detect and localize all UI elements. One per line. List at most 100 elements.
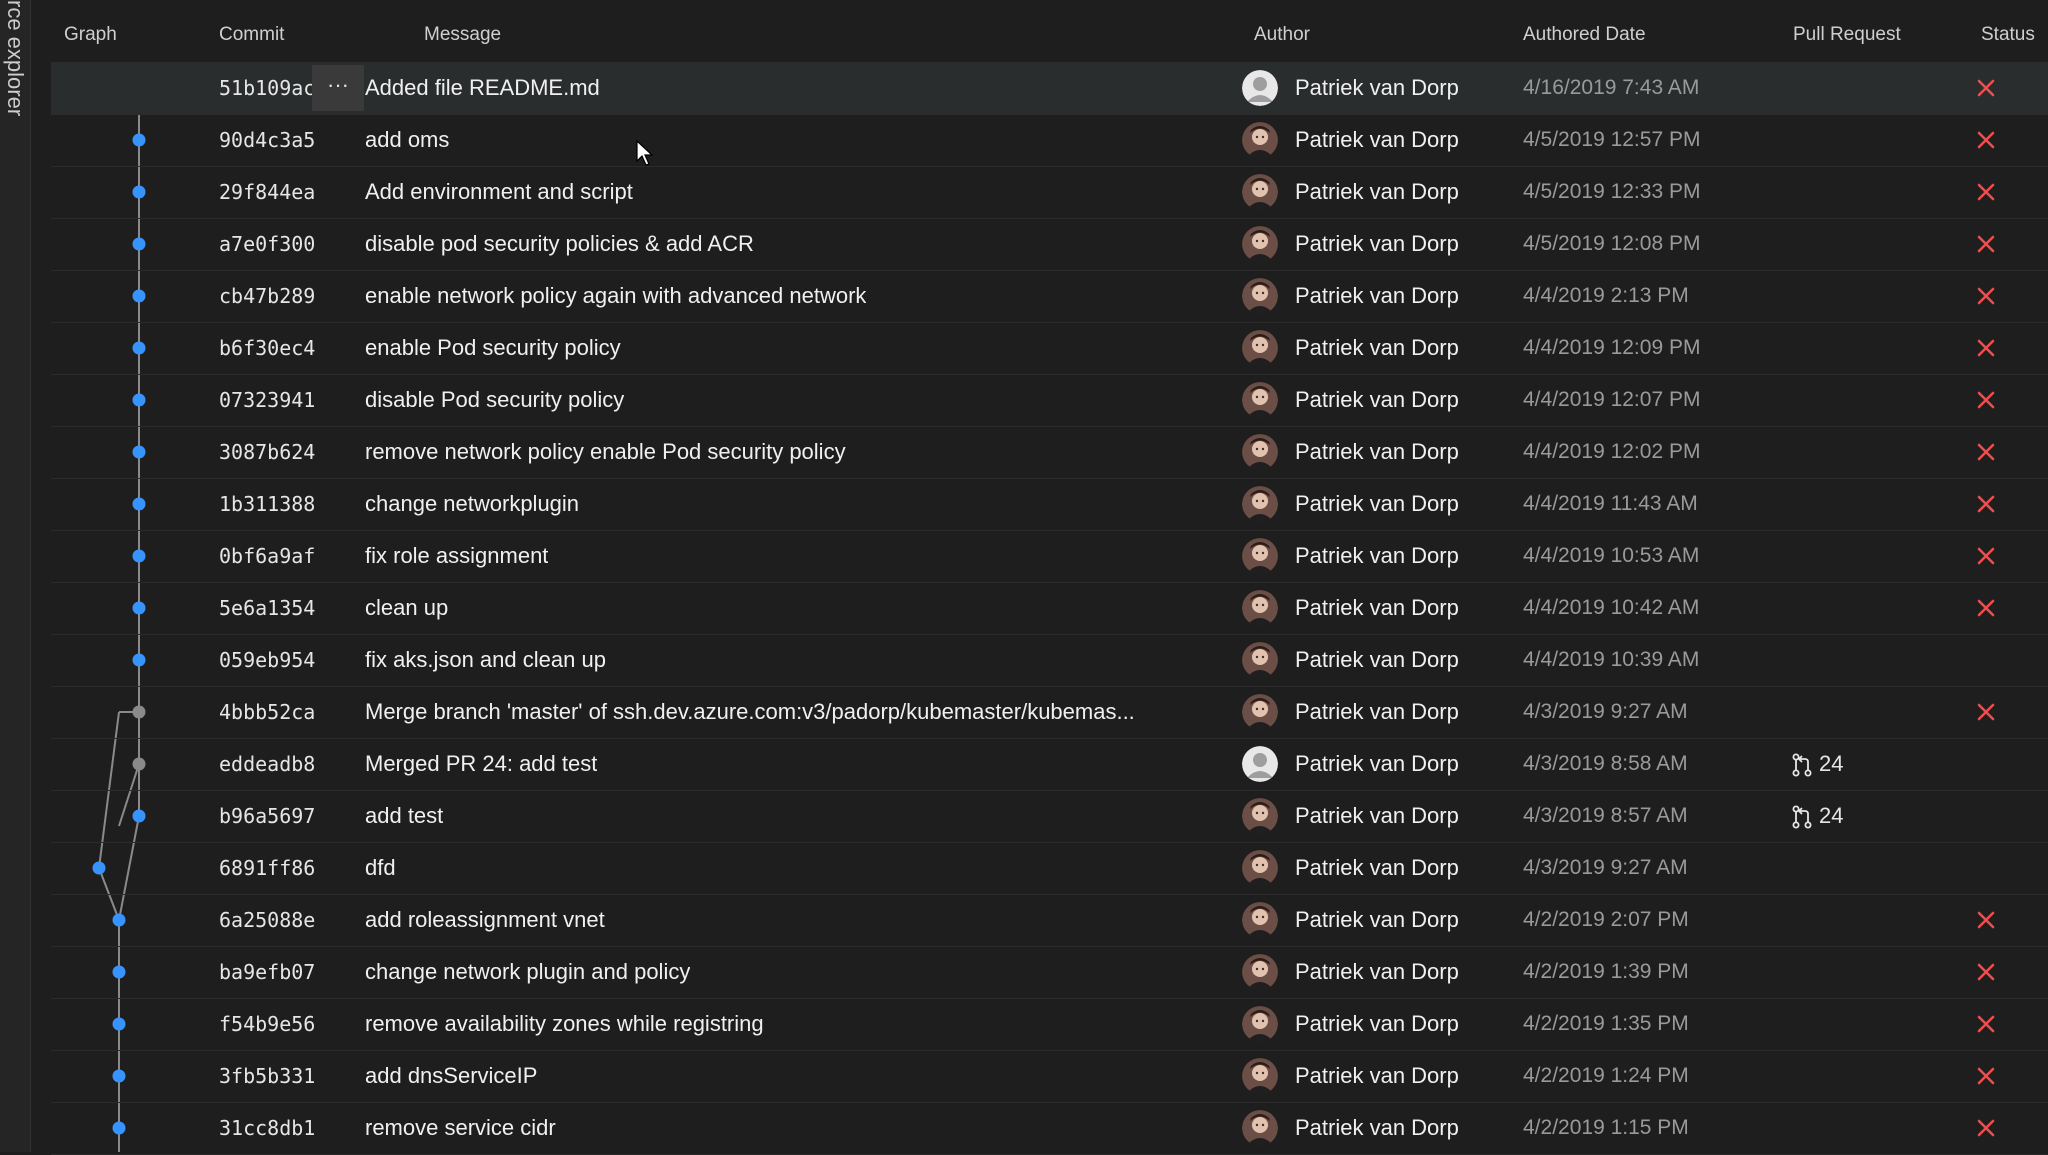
commit-hash[interactable]: cb47b289 <box>219 270 315 322</box>
author-avatar <box>1242 278 1278 314</box>
commit-hash[interactable]: 3fb5b331 <box>219 1050 315 1102</box>
author-avatar <box>1242 122 1278 158</box>
source-explorer-label[interactable]: rce explorer <box>2 0 28 116</box>
author-avatar <box>1242 798 1278 834</box>
commit-date: 4/4/2019 12:02 PM <box>1523 440 1701 463</box>
build-status-failed[interactable] <box>1971 686 2001 738</box>
build-status-failed[interactable] <box>1971 478 2001 530</box>
commit-row[interactable]: 3087b624 remove network policy enable Pod… <box>51 426 2048 479</box>
build-status-failed[interactable] <box>1971 270 2001 322</box>
build-status-failed[interactable] <box>1971 218 2001 270</box>
commit-row[interactable]: 51b109ac ··· Added file README.md Patriek v… <box>51 62 2048 115</box>
commit-hash[interactable]: 6a25088e <box>219 894 315 946</box>
author-avatar <box>1242 1058 1278 1094</box>
column-header-date[interactable]: Authored Date <box>1523 24 1646 46</box>
column-header-status[interactable]: Status <box>1981 24 2035 46</box>
commit-date: 4/4/2019 10:42 AM <box>1523 596 1700 619</box>
commit-hash[interactable]: f54b9e56 <box>219 998 315 1050</box>
commit-row[interactable]: 07323941 disable Pod security policy Patri… <box>51 374 2048 427</box>
column-header-graph[interactable]: Graph <box>64 24 117 46</box>
commit-row[interactable]: b6f30ec4 enable Pod security policy Patrie… <box>51 322 2048 375</box>
column-header-pull-request[interactable]: Pull Request <box>1793 24 1901 46</box>
commit-message: fix role assignment <box>365 543 549 568</box>
commit-row[interactable]: 1b311388 change networkplugin Patriek van … <box>51 478 2048 531</box>
commit-hash[interactable]: a7e0f300 <box>219 218 315 270</box>
commit-hash[interactable]: 3087b624 <box>219 426 315 478</box>
commit-hash[interactable]: 29f844ea <box>219 166 315 218</box>
commit-hash[interactable]: 31cc8db1 <box>219 1102 315 1154</box>
commit-hash[interactable]: 059eb954 <box>219 634 315 686</box>
commit-hash[interactable]: 51b109ac <box>219 62 315 114</box>
commit-row[interactable]: 6a25088e add roleassignment vnet Patriek v… <box>51 894 2048 947</box>
build-status-failed[interactable] <box>1971 114 2001 166</box>
author-avatar <box>1242 538 1278 574</box>
commit-hash[interactable]: b6f30ec4 <box>219 322 315 374</box>
commit-hash[interactable]: 0bf6a9af <box>219 530 315 582</box>
commit-row[interactable]: 3fb5b331 add dnsServiceIP Patriek van Dorp… <box>51 1050 2048 1103</box>
commit-hash[interactable]: eddeadb8 <box>219 738 315 790</box>
build-status-failed[interactable] <box>1971 946 2001 998</box>
author-avatar <box>1242 70 1278 106</box>
author-avatar <box>1242 642 1278 678</box>
build-status-failed[interactable] <box>1971 374 2001 426</box>
commit-hash[interactable]: 6891ff86 <box>219 842 315 894</box>
commit-hash[interactable]: 4bbb52ca <box>219 686 315 738</box>
commit-row[interactable]: 4bbb52ca Merge branch 'master' of ssh.dev… <box>51 686 2048 739</box>
commit-author: Patriek van Dorp <box>1295 283 1459 308</box>
commit-message: add oms <box>365 127 450 152</box>
commit-row[interactable]: 6891ff86 dfd Patriek van Dorp 4/3/2019 9:27… <box>51 842 2048 895</box>
close-icon <box>1977 443 1995 461</box>
build-status-failed[interactable] <box>1971 322 2001 374</box>
commit-row[interactable]: 0bf6a9af fix role assignment Patriek van D… <box>51 530 2048 583</box>
commit-row[interactable]: cb47b289 enable network policy again with… <box>51 270 2048 323</box>
commit-hash[interactable]: 90d4c3a5 <box>219 114 315 166</box>
pull-request-link[interactable]: 24 <box>1791 738 1843 790</box>
commit-row[interactable]: b96a5697 add test Patriek van Dorp 4/3/2019… <box>51 790 2048 843</box>
close-icon <box>1977 1119 1995 1137</box>
commit-date: 4/2/2019 1:15 PM <box>1523 1116 1689 1139</box>
commit-hash[interactable]: 1b311388 <box>219 478 315 530</box>
author-avatar <box>1242 226 1278 262</box>
commit-author: Patriek van Dorp <box>1295 335 1459 360</box>
commit-message: enable network policy again with advance… <box>365 283 867 308</box>
commit-row[interactable]: 90d4c3a5 add oms Patriek van Dorp 4/5/2019 … <box>51 114 2048 167</box>
build-status-failed[interactable] <box>1971 894 2001 946</box>
column-header-commit[interactable]: Commit <box>219 24 284 46</box>
commit-author: Patriek van Dorp <box>1295 907 1459 932</box>
author-avatar <box>1242 174 1278 210</box>
build-status-failed[interactable] <box>1971 530 2001 582</box>
commit-row[interactable]: 31cc8db1 remove service cidr Patriek van D… <box>51 1102 2048 1155</box>
build-status-failed[interactable] <box>1971 426 2001 478</box>
author-avatar <box>1242 486 1278 522</box>
build-status-failed[interactable] <box>1971 1102 2001 1154</box>
build-status-failed[interactable] <box>1971 62 2001 114</box>
commit-hash[interactable]: ba9efb07 <box>219 946 315 998</box>
commit-message: enable Pod security policy <box>365 335 621 360</box>
commit-row[interactable]: 5e6a1354 clean up Patriek van Dorp 4/4/2019… <box>51 582 2048 635</box>
commit-row[interactable]: a7e0f300 disable pod security policies & … <box>51 218 2048 271</box>
commit-row[interactable]: 059eb954 fix aks.json and clean up Patriek… <box>51 634 2048 687</box>
commit-message: disable Pod security policy <box>365 387 625 412</box>
more-actions-button[interactable]: ··· <box>312 65 364 111</box>
commit-row[interactable]: ba9efb07 change network plugin and policy… <box>51 946 2048 999</box>
mouse-cursor-icon <box>636 140 654 166</box>
commit-author: Patriek van Dorp <box>1295 543 1459 568</box>
commit-message: Add environment and script <box>365 179 633 204</box>
build-status-failed[interactable] <box>1971 582 2001 634</box>
build-status-failed[interactable] <box>1971 1050 2001 1102</box>
commit-hash[interactable]: b96a5697 <box>219 790 315 842</box>
author-avatar <box>1242 330 1278 366</box>
commit-message: Added file README.md <box>365 75 600 100</box>
pull-request-link[interactable]: 24 <box>1791 790 1843 842</box>
build-status-failed[interactable] <box>1971 166 2001 218</box>
commit-row[interactable]: 29f844ea Add environment and script Patrie… <box>51 166 2048 219</box>
commit-row[interactable]: f54b9e56 remove availability zones while … <box>51 998 2048 1051</box>
build-status-failed[interactable] <box>1971 998 2001 1050</box>
close-icon <box>1977 235 1995 253</box>
commit-row[interactable]: eddeadb8 Merged PR 24: add test Patriek va… <box>51 738 2048 791</box>
commit-hash[interactable]: 5e6a1354 <box>219 582 315 634</box>
author-avatar <box>1242 902 1278 938</box>
commit-hash[interactable]: 07323941 <box>219 374 315 426</box>
column-header-message[interactable]: Message <box>424 24 501 46</box>
column-header-author[interactable]: Author <box>1254 24 1310 46</box>
